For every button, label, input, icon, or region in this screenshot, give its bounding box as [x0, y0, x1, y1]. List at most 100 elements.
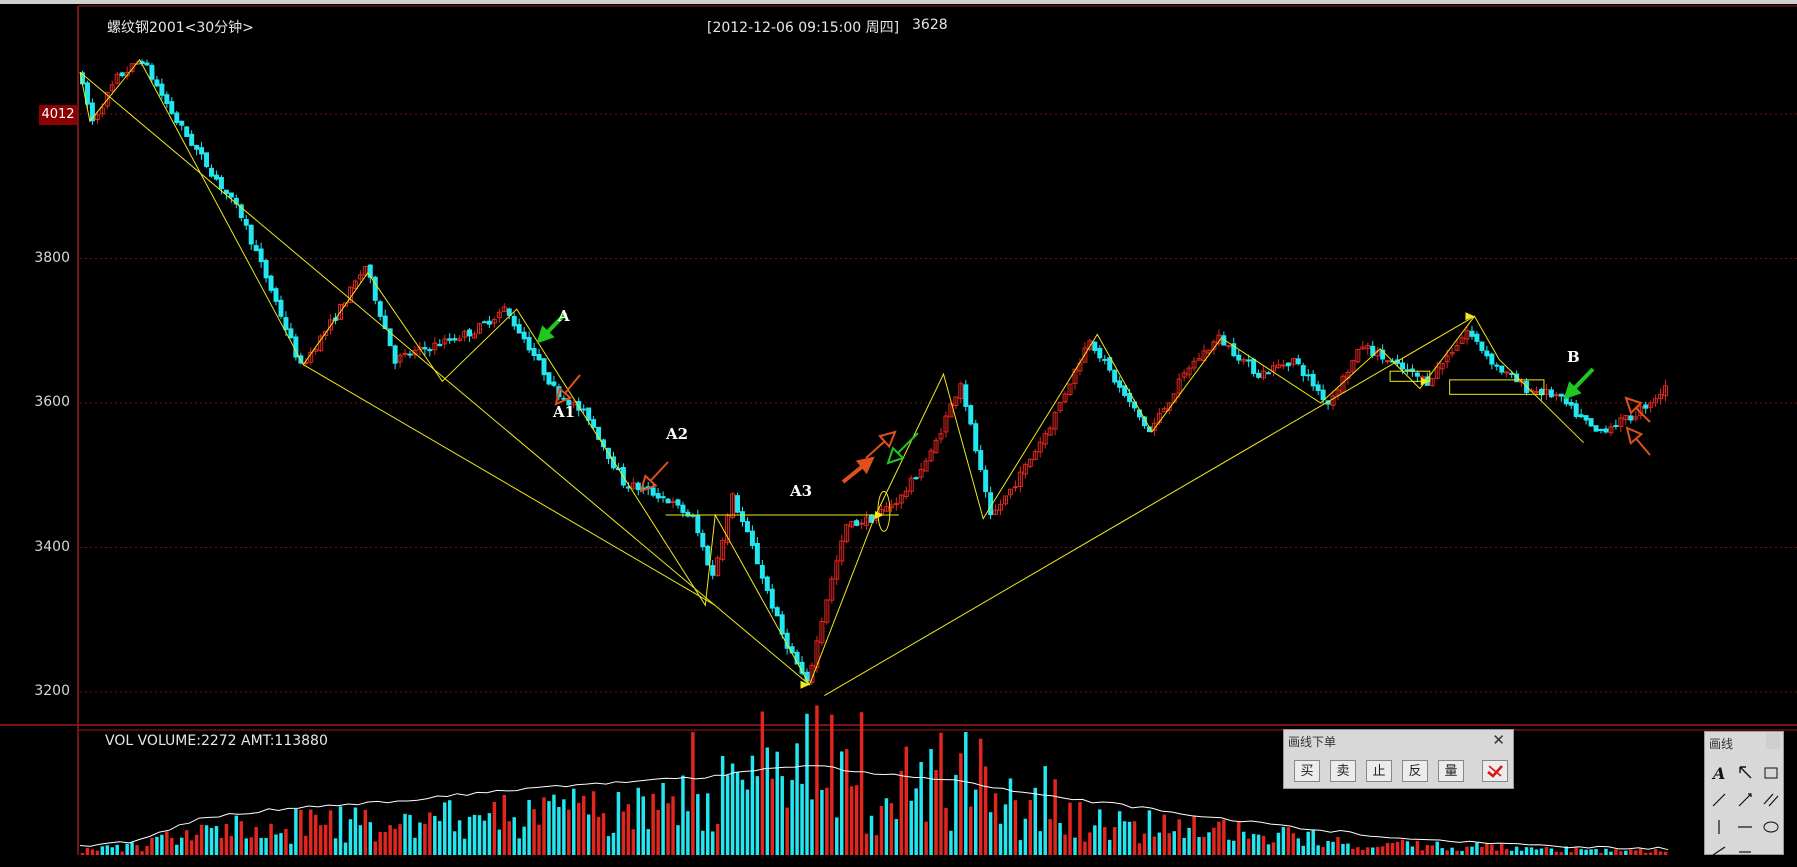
fan-tool-icon[interactable] [1708, 838, 1730, 860]
candle-body [372, 276, 378, 301]
volume-bar [889, 803, 894, 855]
volume-bar [517, 838, 521, 855]
arrow-b-orange-shaft [1635, 438, 1651, 456]
volume-bar [1301, 845, 1305, 855]
ray-tool-icon[interactable] [1734, 789, 1756, 811]
volume-bar [661, 782, 665, 855]
volume-bar [1311, 829, 1315, 855]
candle-body [422, 347, 428, 350]
annotation-shapes [536, 311, 1651, 689]
candle-body [1603, 428, 1609, 433]
volume-bar [691, 732, 695, 855]
volume-bar [413, 837, 417, 855]
volume-bar [1023, 818, 1028, 855]
volume-bar [1202, 836, 1206, 855]
volume-bar [333, 838, 338, 855]
volume-bar [1475, 842, 1479, 855]
pointer-tool-icon[interactable] [1734, 762, 1756, 784]
volume-bar [567, 809, 571, 855]
vertical-line-tool-icon[interactable] [1708, 816, 1730, 838]
volume-bar [859, 712, 864, 855]
volume-bar [1604, 848, 1608, 855]
candle-body [1246, 359, 1252, 362]
volume-bar [522, 826, 526, 855]
volume-bar [85, 847, 90, 855]
parallel-tool-icon[interactable] [1760, 789, 1782, 811]
volume-bar [1460, 850, 1464, 855]
volume-bar [1053, 779, 1057, 855]
candle-body [253, 245, 259, 252]
draw-tools-panel: 画线 A [1704, 731, 1784, 856]
candle-body [774, 607, 780, 617]
volume-bar [1261, 835, 1266, 855]
buy-button[interactable]: 买 [1294, 760, 1320, 782]
text-tool-icon[interactable]: A [1708, 762, 1730, 784]
volume-bar [1465, 846, 1469, 855]
volume-bar [894, 819, 899, 855]
volume-bar [775, 751, 779, 855]
candle-body [1256, 372, 1262, 378]
volume-bar [313, 814, 318, 855]
volume-bar [1291, 833, 1296, 855]
candle-body [1598, 428, 1604, 431]
quantity-button[interactable]: 量 [1438, 760, 1464, 782]
volume-bar [800, 783, 804, 855]
sell-button[interactable]: 卖 [1330, 760, 1356, 782]
volume-bar [547, 801, 551, 855]
draw-panel-close-icon[interactable] [1766, 733, 1780, 749]
candle-body [1310, 373, 1316, 387]
arrow-green-hollow-shaft [897, 432, 919, 454]
volume-bar [497, 829, 502, 855]
close-icon[interactable]: ✕ [1492, 731, 1505, 749]
arrow-b-green-shaft [1573, 367, 1595, 390]
volume-bar [135, 845, 139, 855]
candlestick-chart[interactable] [0, 0, 1797, 855]
volume-bar [115, 844, 119, 855]
volume-bar [1083, 841, 1087, 855]
volume-bar [864, 833, 869, 855]
volume-bar [1296, 838, 1301, 855]
volume-bar [328, 810, 333, 855]
volume-bar [1182, 837, 1186, 855]
rectangle-tool-icon[interactable] [1760, 762, 1782, 784]
candle-body [189, 133, 195, 146]
candle-body [1117, 380, 1123, 388]
arc-tool-icon[interactable] [1734, 838, 1756, 860]
stop-button[interactable]: 止 [1366, 760, 1392, 782]
candle-body [288, 328, 294, 339]
candle-body [705, 545, 711, 566]
volume-bar [1495, 850, 1499, 855]
reverse-button[interactable]: 反 [1402, 760, 1428, 782]
volume-bar [1207, 832, 1211, 855]
volume-bar [100, 846, 105, 855]
volume-bar [1281, 827, 1286, 855]
candle-body [1474, 333, 1480, 342]
horizontal-line-tool-icon[interactable] [1734, 816, 1756, 838]
volume-bar [309, 809, 313, 855]
candle-body [1251, 358, 1257, 374]
candle-body [1489, 353, 1495, 365]
volume-bar [532, 809, 536, 855]
volume-bar [1103, 827, 1107, 855]
candle-body [1320, 389, 1326, 401]
candle-body [1280, 364, 1286, 367]
volume-bar [1450, 847, 1454, 855]
candle-body [427, 349, 433, 352]
candle-body [209, 167, 214, 177]
candle-body [749, 530, 755, 546]
cancel-order-button[interactable] [1482, 760, 1508, 782]
volume-bar [467, 816, 472, 855]
volume-bar [849, 786, 854, 855]
volume-bar [760, 711, 765, 855]
volume-bar [1500, 843, 1504, 855]
candle-body [1494, 364, 1500, 367]
candle-body [893, 503, 899, 506]
cancel-check-icon [1487, 765, 1503, 778]
line-tool-icon[interactable] [1708, 789, 1730, 811]
candle-body [551, 381, 557, 386]
candle-body [710, 565, 716, 576]
volume-bar [140, 851, 144, 855]
candle-body [1499, 365, 1505, 373]
ellipse-tool-icon[interactable] [1760, 816, 1782, 838]
candle-body [759, 564, 765, 579]
